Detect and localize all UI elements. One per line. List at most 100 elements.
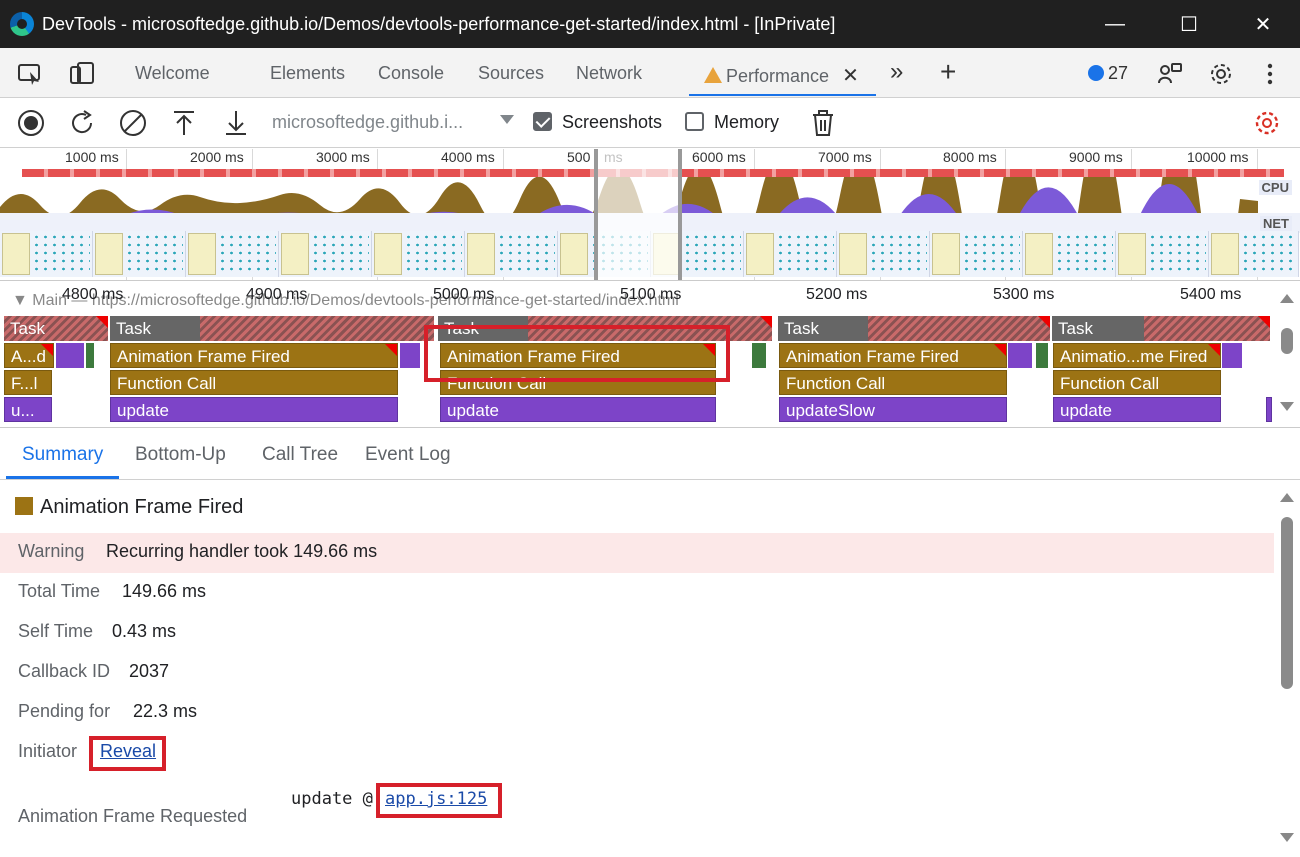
chevron-down-icon[interactable]	[500, 115, 514, 124]
scroll-thumb[interactable]	[1281, 328, 1293, 354]
event-bar[interactable]	[1036, 343, 1048, 368]
tab-performance[interactable]: Performance ✕	[704, 63, 859, 88]
close-tab-icon[interactable]: ✕	[842, 65, 859, 87]
tab-call-tree[interactable]: Call Tree	[262, 444, 338, 466]
tab-welcome[interactable]: Welcome	[135, 63, 210, 84]
upload-profile-icon[interactable]	[169, 108, 199, 138]
tab-summary[interactable]: Summary	[22, 444, 103, 466]
tab-network[interactable]: Network	[576, 63, 642, 84]
issues-counter[interactable]: 27	[1088, 63, 1128, 84]
update-bar[interactable]: update	[440, 397, 716, 422]
animation-frame-bar[interactable]: Animation Frame Fired	[779, 343, 1007, 368]
event-bar[interactable]	[400, 343, 420, 368]
flame-scrollbar[interactable]	[1274, 282, 1300, 427]
animation-frame-bar[interactable]: Animation Frame Fired	[110, 343, 398, 368]
record-icon[interactable]	[16, 108, 46, 138]
timeline-overview[interactable]: 1000 ms 2000 ms 3000 ms 4000 ms 500 ms 6…	[0, 149, 1300, 281]
function-call-bar[interactable]: F...l	[4, 370, 52, 395]
clear-icon[interactable]	[118, 108, 148, 138]
callback-id-label: Callback ID	[18, 661, 111, 681]
task-bar[interactable]: Task	[1052, 316, 1144, 341]
minimize-button[interactable]: —	[1078, 0, 1152, 48]
task-bar[interactable]: Task	[4, 316, 108, 341]
scroll-thumb[interactable]	[1281, 517, 1293, 689]
performance-toolbar: microsoftedge.github.i... Screenshots Me…	[0, 98, 1300, 148]
bar-label: update	[117, 401, 169, 420]
bar-label: Animatio...me Fired	[1060, 347, 1208, 366]
window-controls: — ☐ ✕	[1078, 0, 1300, 48]
bar-label: Function Call	[786, 374, 886, 393]
flame-tick: 5000 ms	[433, 286, 495, 303]
main-thread-url: Main — https://microsoftedge.github.io/D…	[32, 292, 679, 309]
task-label: Task	[116, 319, 151, 338]
overview-tick: 500	[567, 149, 591, 165]
event-bar[interactable]	[86, 343, 94, 368]
bar-label: Function Call	[117, 374, 217, 393]
reload-record-icon[interactable]	[67, 108, 97, 138]
update-bar[interactable]: u...	[4, 397, 52, 422]
function-call-bar[interactable]: Function Call	[110, 370, 398, 395]
function-call-bar[interactable]: Function Call	[779, 370, 1007, 395]
selected-event-highlight	[424, 325, 730, 382]
animation-frame-bar[interactable]: Animatio...me Fired	[1053, 343, 1221, 368]
function-call-bar[interactable]: Function Call	[1053, 370, 1221, 395]
download-profile-icon[interactable]	[221, 108, 251, 138]
task-bar[interactable]: Task	[778, 316, 868, 341]
tab-console[interactable]: Console	[378, 63, 444, 84]
more-tabs-button[interactable]: »	[890, 58, 903, 86]
bar-label: update	[447, 401, 499, 420]
inspect-element-icon[interactable]	[16, 60, 44, 88]
scroll-up-icon[interactable]	[1280, 294, 1294, 303]
more-options-icon[interactable]	[1256, 60, 1284, 88]
screenshots-checkbox[interactable]	[533, 112, 552, 131]
maximize-button[interactable]: ☐	[1152, 0, 1226, 48]
task-hatch	[868, 316, 1050, 341]
screenshot-thumbnail	[279, 231, 372, 277]
scroll-down-icon[interactable]	[1280, 402, 1294, 411]
flame-chart[interactable]: ▼ Main — https://microsoftedge.github.io…	[0, 282, 1300, 428]
task-label: Task	[10, 319, 45, 338]
capture-settings-icon[interactable]	[1252, 108, 1282, 138]
trash-icon[interactable]	[808, 108, 838, 138]
task-bar[interactable]: Task	[110, 316, 200, 341]
update-bar[interactable]: update	[110, 397, 398, 422]
recording-url-select[interactable]: microsoftedge.github.i...	[272, 112, 463, 133]
device-toolbar-icon[interactable]	[68, 60, 96, 88]
settings-gear-icon[interactable]	[1207, 60, 1235, 88]
tab-sources[interactable]: Sources	[478, 63, 544, 84]
window-title: DevTools - microsoftedge.github.io/Demos…	[42, 13, 836, 34]
flame-tick: 5300 ms	[993, 286, 1055, 303]
devtools-tab-bar: Welcome Elements Console Sources Network…	[0, 48, 1300, 98]
animation-frame-bar[interactable]: A...d	[4, 343, 54, 368]
overview-selection-window[interactable]	[594, 149, 682, 280]
summary-panel: Animation Frame Fired Warning Recurring …	[0, 481, 1300, 857]
tab-event-log[interactable]: Event Log	[365, 444, 451, 466]
bar-label: Animation Frame Fired	[117, 347, 290, 366]
memory-checkbox[interactable]	[685, 112, 704, 131]
event-bar[interactable]	[1222, 343, 1242, 368]
warning-value: Recurring handler took 149.66 ms	[106, 541, 378, 561]
customize-icon[interactable]	[1156, 60, 1184, 88]
tab-elements[interactable]: Elements	[270, 63, 345, 84]
task-label: Task	[1058, 319, 1093, 338]
update-slow-bar[interactable]: updateSlow	[779, 397, 1007, 422]
flame-tick: 4900 ms	[246, 286, 308, 303]
add-tab-button[interactable]: +	[940, 56, 956, 88]
scroll-up-icon[interactable]	[1280, 493, 1294, 502]
screenshot-thumbnail	[465, 231, 558, 277]
task-label: Task	[784, 319, 819, 338]
event-bar[interactable]	[1008, 343, 1032, 368]
issues-icon	[1088, 65, 1104, 81]
screenshot-thumbnail	[1209, 231, 1299, 277]
self-time-label: Self Time	[18, 621, 94, 641]
update-bar[interactable]	[1266, 397, 1272, 422]
overview-tick: 9000 ms	[1069, 149, 1123, 165]
scroll-down-icon[interactable]	[1280, 833, 1294, 842]
update-bar[interactable]: update	[1053, 397, 1221, 422]
event-bar[interactable]	[56, 343, 84, 368]
close-window-button[interactable]: ✕	[1226, 0, 1300, 48]
summary-scrollbar[interactable]	[1274, 481, 1300, 857]
tab-bottom-up[interactable]: Bottom-Up	[135, 444, 226, 466]
event-bar[interactable]	[752, 343, 766, 368]
screenshot-thumbnail	[837, 231, 930, 277]
